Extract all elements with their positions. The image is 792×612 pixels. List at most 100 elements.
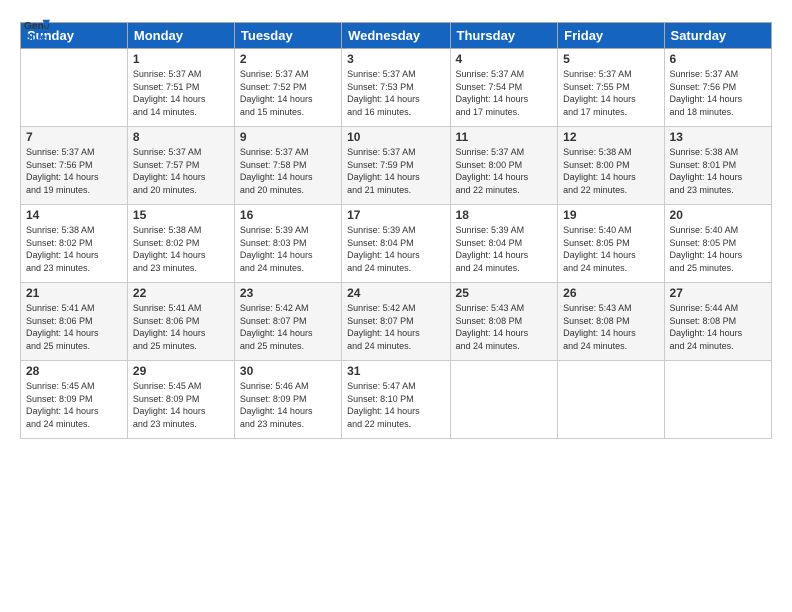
weekday-header-tuesday: Tuesday [234, 23, 341, 49]
calendar-cell: 18 Sunrise: 5:39 AM Sunset: 8:04 PM Dayli… [450, 205, 558, 283]
day-number: 30 [240, 364, 336, 378]
logo: General Blue [20, 16, 50, 44]
calendar-cell: 15 Sunrise: 5:38 AM Sunset: 8:02 PM Dayli… [127, 205, 234, 283]
logo-icon: General Blue [22, 16, 50, 44]
day-number: 25 [456, 286, 553, 300]
calendar-week-5: 28Sunrise: 5:45 AM Sunset: 8:09 PM Dayli… [21, 361, 772, 439]
day-info: Sunrise: 5:39 AM Sunset: 8:03 PM Dayligh… [240, 224, 336, 274]
day-info: Sunrise: 5:37 AM Sunset: 8:00 PM Dayligh… [456, 146, 553, 196]
day-info: Sunrise: 5:37 AM Sunset: 7:52 PM Dayligh… [240, 68, 336, 118]
day-number: 6 [670, 52, 766, 66]
day-number: 5 [563, 52, 658, 66]
calendar-cell: 13Sunrise: 5:38 AM Sunset: 8:01 PM Dayli… [664, 127, 771, 205]
day-info: Sunrise: 5:37 AM Sunset: 7:56 PM Dayligh… [26, 146, 122, 196]
day-info: Sunrise: 5:37 AM Sunset: 7:55 PM Dayligh… [563, 68, 658, 118]
calendar-cell: 27 Sunrise: 5:44 AM Sunset: 8:08 PM Dayli… [664, 283, 771, 361]
calendar-cell: 17 Sunrise: 5:39 AM Sunset: 8:04 PM Dayli… [342, 205, 450, 283]
day-info: Sunrise: 5:41 AM Sunset: 8:06 PM Dayligh… [133, 302, 229, 352]
calendar-cell: 6 Sunrise: 5:37 AM Sunset: 7:56 PM Daylig… [664, 49, 771, 127]
calendar-cell [558, 361, 664, 439]
day-info: Sunrise: 5:45 AM Sunset: 8:09 PM Dayligh… [133, 380, 229, 430]
day-info: Sunrise: 5:40 AM Sunset: 8:05 PM Dayligh… [670, 224, 766, 274]
calendar-cell: 3Sunrise: 5:37 AM Sunset: 7:53 PM Daylig… [342, 49, 450, 127]
calendar-week-4: 21 Sunrise: 5:41 AM Sunset: 8:06 PM Dayli… [21, 283, 772, 361]
day-info: Sunrise: 5:37 AM Sunset: 7:58 PM Dayligh… [240, 146, 336, 196]
day-number: 8 [133, 130, 229, 144]
day-info: Sunrise: 5:37 AM Sunset: 7:59 PM Dayligh… [347, 146, 444, 196]
day-info: Sunrise: 5:39 AM Sunset: 8:04 PM Dayligh… [456, 224, 553, 274]
day-info: Sunrise: 5:42 AM Sunset: 8:07 PM Dayligh… [240, 302, 336, 352]
day-number: 13 [670, 130, 766, 144]
calendar-cell: 24Sunrise: 5:42 AM Sunset: 8:07 PM Dayli… [342, 283, 450, 361]
day-info: Sunrise: 5:38 AM Sunset: 8:02 PM Dayligh… [26, 224, 122, 274]
day-info: Sunrise: 5:37 AM Sunset: 7:51 PM Dayligh… [133, 68, 229, 118]
calendar-cell [664, 361, 771, 439]
day-info: Sunrise: 5:41 AM Sunset: 8:06 PM Dayligh… [26, 302, 122, 352]
calendar-cell: 25 Sunrise: 5:43 AM Sunset: 8:08 PM Dayli… [450, 283, 558, 361]
calendar-week-3: 14Sunrise: 5:38 AM Sunset: 8:02 PM Dayli… [21, 205, 772, 283]
calendar-page: General Blue SundayMondayTuesdayWednesda… [0, 0, 792, 612]
day-info: Sunrise: 5:46 AM Sunset: 8:09 PM Dayligh… [240, 380, 336, 430]
day-info: Sunrise: 5:44 AM Sunset: 8:08 PM Dayligh… [670, 302, 766, 352]
day-number: 26 [563, 286, 658, 300]
day-number: 9 [240, 130, 336, 144]
calendar-cell: 14Sunrise: 5:38 AM Sunset: 8:02 PM Dayli… [21, 205, 128, 283]
calendar-week-2: 7 Sunrise: 5:37 AM Sunset: 7:56 PM Daylig… [21, 127, 772, 205]
calendar-cell: 1 Sunrise: 5:37 AM Sunset: 7:51 PM Daylig… [127, 49, 234, 127]
day-number: 17 [347, 208, 444, 222]
day-number: 18 [456, 208, 553, 222]
day-number: 21 [26, 286, 122, 300]
day-number: 20 [670, 208, 766, 222]
weekday-header-monday: Monday [127, 23, 234, 49]
day-number: 3 [347, 52, 444, 66]
day-info: Sunrise: 5:37 AM Sunset: 7:54 PM Dayligh… [456, 68, 553, 118]
day-number: 1 [133, 52, 229, 66]
calendar-cell: 26 Sunrise: 5:43 AM Sunset: 8:08 PM Dayli… [558, 283, 664, 361]
calendar-cell: 31Sunrise: 5:47 AM Sunset: 8:10 PM Dayli… [342, 361, 450, 439]
svg-text:Blue: Blue [24, 32, 47, 43]
calendar-cell: 21 Sunrise: 5:41 AM Sunset: 8:06 PM Dayli… [21, 283, 128, 361]
calendar-cell: 20 Sunrise: 5:40 AM Sunset: 8:05 PM Dayli… [664, 205, 771, 283]
calendar-cell: 22Sunrise: 5:41 AM Sunset: 8:06 PM Dayli… [127, 283, 234, 361]
calendar-cell: 4 Sunrise: 5:37 AM Sunset: 7:54 PM Daylig… [450, 49, 558, 127]
calendar-cell: 10Sunrise: 5:37 AM Sunset: 7:59 PM Dayli… [342, 127, 450, 205]
day-info: Sunrise: 5:39 AM Sunset: 8:04 PM Dayligh… [347, 224, 444, 274]
day-info: Sunrise: 5:47 AM Sunset: 8:10 PM Dayligh… [347, 380, 444, 430]
calendar-cell: 8 Sunrise: 5:37 AM Sunset: 7:57 PM Daylig… [127, 127, 234, 205]
calendar-cell: 7 Sunrise: 5:37 AM Sunset: 7:56 PM Daylig… [21, 127, 128, 205]
calendar-cell: 28Sunrise: 5:45 AM Sunset: 8:09 PM Dayli… [21, 361, 128, 439]
calendar-cell: 11 Sunrise: 5:37 AM Sunset: 8:00 PM Dayli… [450, 127, 558, 205]
weekday-header-friday: Friday [558, 23, 664, 49]
day-number: 19 [563, 208, 658, 222]
calendar-cell: 30 Sunrise: 5:46 AM Sunset: 8:09 PM Dayli… [234, 361, 341, 439]
day-number: 7 [26, 130, 122, 144]
weekday-header-saturday: Saturday [664, 23, 771, 49]
day-number: 2 [240, 52, 336, 66]
day-number: 11 [456, 130, 553, 144]
calendar-cell [21, 49, 128, 127]
day-info: Sunrise: 5:38 AM Sunset: 8:02 PM Dayligh… [133, 224, 229, 274]
day-number: 16 [240, 208, 336, 222]
day-info: Sunrise: 5:37 AM Sunset: 7:56 PM Dayligh… [670, 68, 766, 118]
day-number: 4 [456, 52, 553, 66]
calendar-cell: 16 Sunrise: 5:39 AM Sunset: 8:03 PM Dayli… [234, 205, 341, 283]
calendar-cell: 23 Sunrise: 5:42 AM Sunset: 8:07 PM Dayli… [234, 283, 341, 361]
day-number: 15 [133, 208, 229, 222]
calendar-cell [450, 361, 558, 439]
calendar-table: SundayMondayTuesdayWednesdayThursdayFrid… [20, 22, 772, 439]
weekday-header-thursday: Thursday [450, 23, 558, 49]
day-number: 23 [240, 286, 336, 300]
calendar-cell: 5 Sunrise: 5:37 AM Sunset: 7:55 PM Daylig… [558, 49, 664, 127]
calendar-week-1: 1 Sunrise: 5:37 AM Sunset: 7:51 PM Daylig… [21, 49, 772, 127]
day-number: 27 [670, 286, 766, 300]
day-number: 29 [133, 364, 229, 378]
day-info: Sunrise: 5:43 AM Sunset: 8:08 PM Dayligh… [563, 302, 658, 352]
day-number: 24 [347, 286, 444, 300]
calendar-cell: 19Sunrise: 5:40 AM Sunset: 8:05 PM Dayli… [558, 205, 664, 283]
day-info: Sunrise: 5:43 AM Sunset: 8:08 PM Dayligh… [456, 302, 553, 352]
weekday-header-row: SundayMondayTuesdayWednesdayThursdayFrid… [21, 23, 772, 49]
calendar-cell: 2 Sunrise: 5:37 AM Sunset: 7:52 PM Daylig… [234, 49, 341, 127]
day-info: Sunrise: 5:37 AM Sunset: 7:57 PM Dayligh… [133, 146, 229, 196]
day-info: Sunrise: 5:45 AM Sunset: 8:09 PM Dayligh… [26, 380, 122, 430]
weekday-header-wednesday: Wednesday [342, 23, 450, 49]
